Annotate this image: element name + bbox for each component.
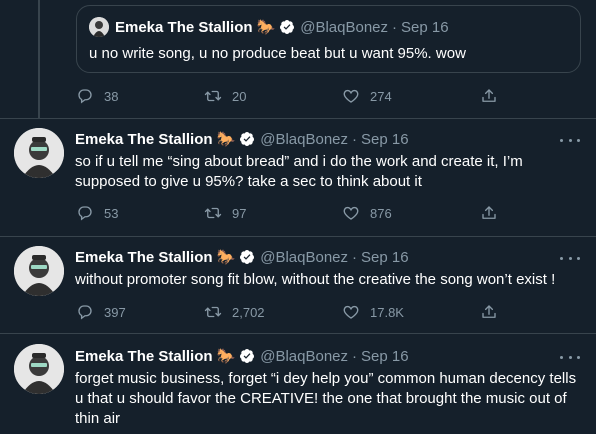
reply-button[interactable]: 38 <box>76 87 118 105</box>
retweet-icon <box>204 306 222 318</box>
like-button[interactable]: 274 <box>342 87 392 105</box>
tweet-actions: 53 97 876 <box>76 204 496 224</box>
like-count: 17.8K <box>370 304 404 320</box>
share-icon <box>482 89 496 102</box>
horse-emoji: 🐎 <box>216 131 236 148</box>
horse-emoji: 🐎 <box>256 19 276 36</box>
author-name[interactable]: Emeka The Stallion <box>75 348 213 365</box>
quoted-tweet-avatar <box>89 17 109 37</box>
retweet-button[interactable]: 20 <box>204 87 246 105</box>
reply-icon <box>78 206 92 221</box>
reply-count: 397 <box>104 304 126 320</box>
author-name[interactable]: Emeka The Stallion <box>75 249 213 266</box>
like-icon <box>343 206 359 220</box>
thread-line <box>38 0 40 118</box>
tweet-text: without promoter song fit blow, without … <box>75 271 556 288</box>
quoted-tweet-date[interactable]: Sep 16 <box>401 19 449 36</box>
share-icon <box>482 305 496 318</box>
reply-count: 53 <box>104 205 119 221</box>
quoted-tweet-actions: 38 20 274 <box>76 87 496 107</box>
verified-icon <box>240 132 255 146</box>
separator-dot: · <box>352 130 358 148</box>
more-icon[interactable] <box>560 137 580 143</box>
quoted-tweet-handle: @BlaqBonez <box>300 18 389 36</box>
tweet-header: Emeka The Stallion 🐎 @BlaqBonez · Sep 16 <box>75 130 409 149</box>
tweet-header: Emeka The Stallion 🐎 @BlaqBonez · Sep 16 <box>75 248 409 267</box>
quoted-tweet-header: Emeka The Stallion 🐎 @BlaqBonez · Sep 16 <box>89 17 449 37</box>
retweet-icon <box>204 90 222 102</box>
retweet-count: 97 <box>232 205 247 221</box>
avatar[interactable] <box>14 246 64 296</box>
like-button[interactable]: 876 <box>342 204 392 222</box>
separator-dot: · <box>352 248 358 266</box>
like-count: 876 <box>370 205 392 221</box>
separator-dot: · <box>392 18 398 36</box>
horse-emoji: 🐎 <box>216 249 236 266</box>
tweet-3[interactable]: Emeka The Stallion 🐎 @BlaqBonez · Sep 16… <box>0 334 596 434</box>
avatar[interactable] <box>14 344 64 394</box>
tweet-date[interactable]: Sep 16 <box>361 249 409 266</box>
tweet-actions: 397 2,702 17.8K <box>76 303 496 323</box>
retweet-count: 20 <box>232 88 247 104</box>
verified-icon <box>280 20 295 34</box>
reply-button[interactable]: 53 <box>76 204 118 222</box>
share-icon <box>482 206 496 219</box>
tweet-text: forget music business, forget “i dey hel… <box>75 370 577 427</box>
reply-icon <box>78 305 92 320</box>
reply-icon <box>78 89 92 104</box>
tweet-1[interactable]: Emeka The Stallion 🐎 @BlaqBonez · Sep 16… <box>0 119 596 236</box>
verified-icon <box>240 250 255 264</box>
quoted-tweet-text: u no write song, u no produce beat but u… <box>89 45 466 62</box>
author-handle: @BlaqBonez <box>260 130 349 148</box>
share-button[interactable] <box>480 87 498 105</box>
author-handle: @BlaqBonez <box>260 248 349 266</box>
like-button[interactable]: 17.8K <box>342 303 404 321</box>
retweet-icon <box>204 207 222 219</box>
retweet-button[interactable]: 97 <box>204 204 246 222</box>
reply-button[interactable]: 397 <box>76 303 126 321</box>
tweet-text: so if u tell me “sing about bread” and i… <box>75 153 523 190</box>
quoted-tweet-card[interactable]: Emeka The Stallion 🐎 @BlaqBonez · Sep 16… <box>76 5 581 73</box>
retweet-count: 2,702 <box>232 304 265 320</box>
more-icon[interactable] <box>560 255 580 261</box>
tweet-date[interactable]: Sep 16 <box>361 348 409 365</box>
tweet-header: Emeka The Stallion 🐎 @BlaqBonez · Sep 16 <box>75 347 409 366</box>
quoted-tweet-author-name[interactable]: Emeka The Stallion <box>115 19 253 36</box>
more-icon[interactable] <box>560 354 580 360</box>
reply-count: 38 <box>104 88 119 104</box>
like-count: 274 <box>370 88 392 104</box>
retweet-button[interactable]: 2,702 <box>204 303 265 321</box>
share-button[interactable] <box>480 303 498 321</box>
like-icon <box>343 305 359 319</box>
avatar[interactable] <box>14 128 64 178</box>
separator-dot: · <box>352 347 358 365</box>
horse-emoji: 🐎 <box>216 348 236 365</box>
author-name[interactable]: Emeka The Stallion <box>75 131 213 148</box>
tweet-date[interactable]: Sep 16 <box>361 131 409 148</box>
verified-icon <box>240 349 255 363</box>
tweet-2[interactable]: Emeka The Stallion 🐎 @BlaqBonez · Sep 16… <box>0 237 596 333</box>
share-button[interactable] <box>480 204 498 222</box>
like-icon <box>343 89 359 103</box>
author-handle: @BlaqBonez <box>260 347 349 365</box>
